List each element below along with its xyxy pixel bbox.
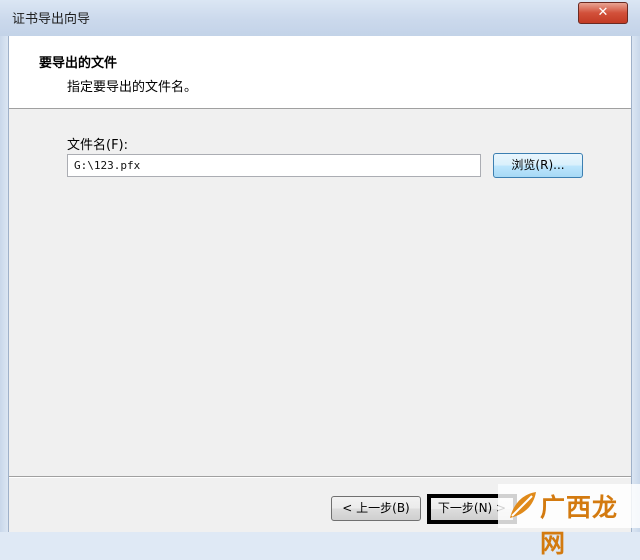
file-name-label: 文件名(F):: [67, 138, 129, 153]
file-name-input[interactable]: [67, 154, 481, 177]
page-title: 要导出的文件: [39, 56, 118, 71]
title-bar: 证书导出向导 ✕: [0, 0, 640, 37]
page-subtitle: 指定要导出的文件名。: [67, 80, 198, 95]
footer-divider: [9, 476, 631, 478]
watermark: 广西龙网: [498, 484, 640, 558]
back-button[interactable]: < 上一步(B): [331, 496, 421, 521]
wizard-client-area: 要导出的文件 指定要导出的文件名。 文件名(F): 浏览(R)... < 上一步…: [8, 36, 632, 532]
close-button[interactable]: ✕: [578, 2, 628, 24]
window-title: 证书导出向导: [12, 12, 91, 27]
window-frame-right: [632, 36, 640, 532]
watermark-text: 广西龙网: [540, 493, 619, 558]
window-frame-left: [0, 36, 8, 532]
close-icon: ✕: [597, 5, 609, 20]
browse-button[interactable]: 浏览(R)...: [493, 153, 583, 178]
wizard-header: 要导出的文件 指定要导出的文件名。: [9, 36, 631, 109]
leaf-icon: [510, 492, 536, 518]
